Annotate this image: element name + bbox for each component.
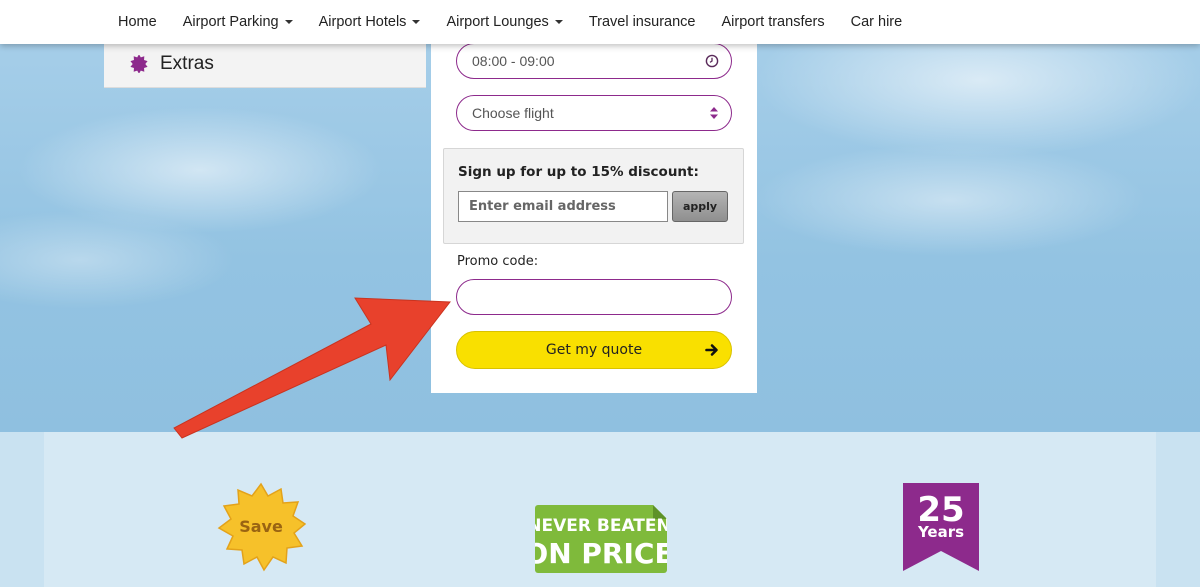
- price-line1: NEVER BEATEN: [535, 516, 667, 536]
- time-select[interactable]: 08:00 - 09:00: [456, 43, 732, 79]
- caret-down-icon: [554, 20, 563, 24]
- nav-airport-parking[interactable]: Airport Parking: [183, 14, 293, 30]
- nav-travel-insurance-label: Travel insurance: [588, 14, 696, 30]
- promo-code-label: Promo code:: [457, 254, 539, 269]
- clock-icon: [705, 54, 719, 68]
- promo-code-input[interactable]: [456, 279, 732, 315]
- quote-form: 08:00 - 09:00 Choose flight Sign up for …: [431, 40, 757, 393]
- nav-airport-parking-label: Airport Parking: [182, 14, 279, 30]
- get-quote-button[interactable]: Get my quote: [456, 331, 732, 369]
- nav-airport-hotels-label: Airport Hotels: [318, 14, 407, 30]
- apply-button[interactable]: apply: [672, 191, 728, 222]
- price-line2: ON PRICE: [535, 537, 667, 570]
- save-text: Save: [239, 517, 283, 536]
- top-navbar: Home Airport Parking Airport Hotels Airp…: [0, 0, 1200, 44]
- nav-home[interactable]: Home: [118, 14, 157, 30]
- get-quote-label: Get my quote: [545, 342, 643, 358]
- nav-airport-hotels[interactable]: Airport Hotels: [319, 14, 421, 30]
- flight-select[interactable]: Choose flight: [456, 95, 732, 131]
- caret-down-icon: [284, 20, 293, 24]
- caret-down-icon: [412, 20, 421, 24]
- nav-airport-transfers[interactable]: Airport transfers: [721, 14, 824, 30]
- sidebar-item-extras[interactable]: Extras: [104, 40, 426, 88]
- badge-icon: [130, 54, 148, 73]
- save-starburst-icon: Save: [217, 482, 306, 572]
- years-label: Years: [917, 523, 964, 541]
- nav-travel-insurance[interactable]: Travel insurance: [589, 14, 696, 30]
- nav-home-label: Home: [118, 14, 157, 30]
- discount-title: Sign up for up to 15% discount:: [458, 164, 699, 180]
- nav-car-hire-label: Car hire: [850, 14, 903, 30]
- email-input[interactable]: Enter email address: [458, 191, 668, 222]
- flight-placeholder: Choose flight: [472, 105, 554, 121]
- sort-arrows-icon: [710, 107, 718, 119]
- nav-list: Home Airport Parking Airport Hotels Airp…: [118, 0, 928, 44]
- nav-airport-lounges-label: Airport Lounges: [446, 14, 549, 30]
- 25-years-ribbon-icon: 25 Years: [903, 483, 979, 571]
- nav-airport-transfers-label: Airport transfers: [721, 14, 825, 30]
- nav-airport-lounges[interactable]: Airport Lounges: [446, 14, 563, 30]
- discount-signup-box: Sign up for up to 15% discount: Enter em…: [443, 148, 744, 244]
- extras-label: Extras: [160, 52, 214, 74]
- annotation-arrow-icon: [173, 297, 451, 439]
- nav-car-hire[interactable]: Car hire: [851, 14, 903, 30]
- arrow-right-icon: [705, 344, 718, 356]
- time-value: 08:00 - 09:00: [472, 53, 555, 69]
- never-beaten-badge-icon: NEVER BEATEN ON PRICE: [535, 505, 667, 573]
